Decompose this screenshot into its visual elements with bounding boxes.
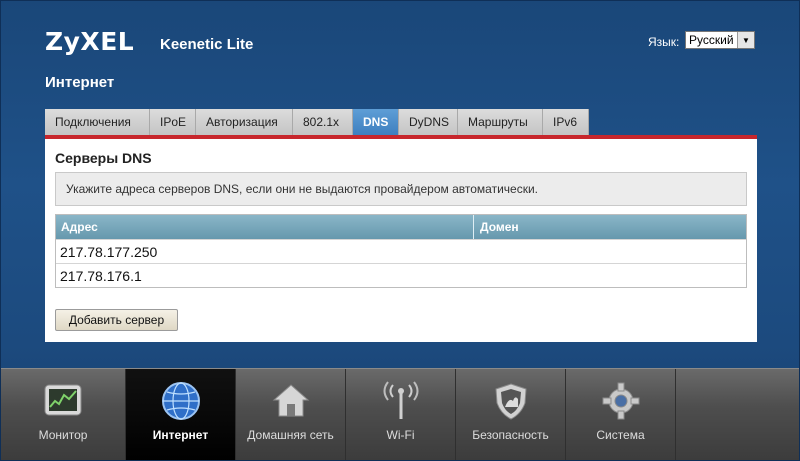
tab-8021x[interactable]: 802.1x [293, 109, 353, 135]
home-icon [271, 381, 311, 421]
globe-icon [161, 381, 201, 421]
dock-label: Домашняя сеть [247, 428, 334, 442]
dock-label: Безопасность [472, 428, 549, 442]
tab-routes[interactable]: Маршруты [458, 109, 543, 135]
tab-ipoe[interactable]: IPoE [150, 109, 196, 135]
dock-item-system[interactable]: Система [566, 369, 676, 460]
column-address: Адрес [56, 215, 474, 239]
table-row[interactable]: 217.78.176.1 [56, 263, 746, 287]
dock-item-home-network[interactable]: Домашняя сеть [236, 369, 346, 460]
page-title: Интернет [45, 74, 115, 91]
wifi-antenna-icon [381, 381, 421, 421]
language-value: Русский [689, 33, 734, 47]
dock-label: Система [596, 428, 645, 442]
zyxel-logo: ZyXEL [45, 27, 135, 56]
dock-label: Интернет [152, 428, 209, 442]
language-select[interactable]: Русский ▼ [685, 31, 755, 49]
app-window: ZyXEL Keenetic Lite Язык: Русский ▼ Инте… [0, 0, 800, 461]
model-name: Keenetic Lite [160, 36, 254, 53]
tab-connections[interactable]: Подключения [45, 109, 150, 135]
dock-item-monitor[interactable]: Монитор [1, 369, 126, 460]
tab-authorization[interactable]: Авторизация [196, 109, 293, 135]
info-message: Укажите адреса серверов DNS, если они не… [55, 172, 747, 206]
dock-item-internet[interactable]: Интернет [126, 369, 236, 460]
chevron-down-icon[interactable]: ▼ [737, 32, 754, 48]
add-server-button[interactable]: Добавить сервер [55, 309, 178, 331]
dock-label: Wi-Fi [386, 428, 415, 442]
dns-address-cell: 217.78.176.1 [60, 267, 142, 284]
column-domain: Домен [480, 220, 519, 234]
shield-icon [491, 381, 531, 421]
dock-item-security[interactable]: Безопасность [456, 369, 566, 460]
dock-item-wifi[interactable]: Wi-Fi [346, 369, 456, 460]
tab-bar: Подключения IPoE Авторизация 802.1x DNS … [45, 109, 589, 135]
dock-spacer [676, 369, 799, 460]
tab-ipv6[interactable]: IPv6 [543, 109, 589, 135]
table-header: Адрес Домен [56, 215, 746, 239]
tab-dns[interactable]: DNS [353, 109, 399, 135]
tab-dydns[interactable]: DyDNS [399, 109, 458, 135]
dns-address-cell: 217.78.177.250 [60, 243, 158, 260]
language-label: Язык: [648, 35, 680, 49]
table-row[interactable]: 217.78.177.250 [56, 239, 746, 263]
bottom-dock: Монитор Интернет Домашняя сеть Wi-Fi Без… [1, 368, 799, 460]
gear-icon [601, 381, 641, 421]
dock-label: Монитор [38, 428, 88, 442]
monitor-icon [43, 381, 83, 421]
dns-panel: Серверы DNS Укажите адреса серверов DNS,… [45, 139, 757, 342]
panel-title: Серверы DNS [55, 150, 152, 166]
dns-table: Адрес Домен 217.78.177.250 217.78.176.1 [55, 214, 747, 288]
